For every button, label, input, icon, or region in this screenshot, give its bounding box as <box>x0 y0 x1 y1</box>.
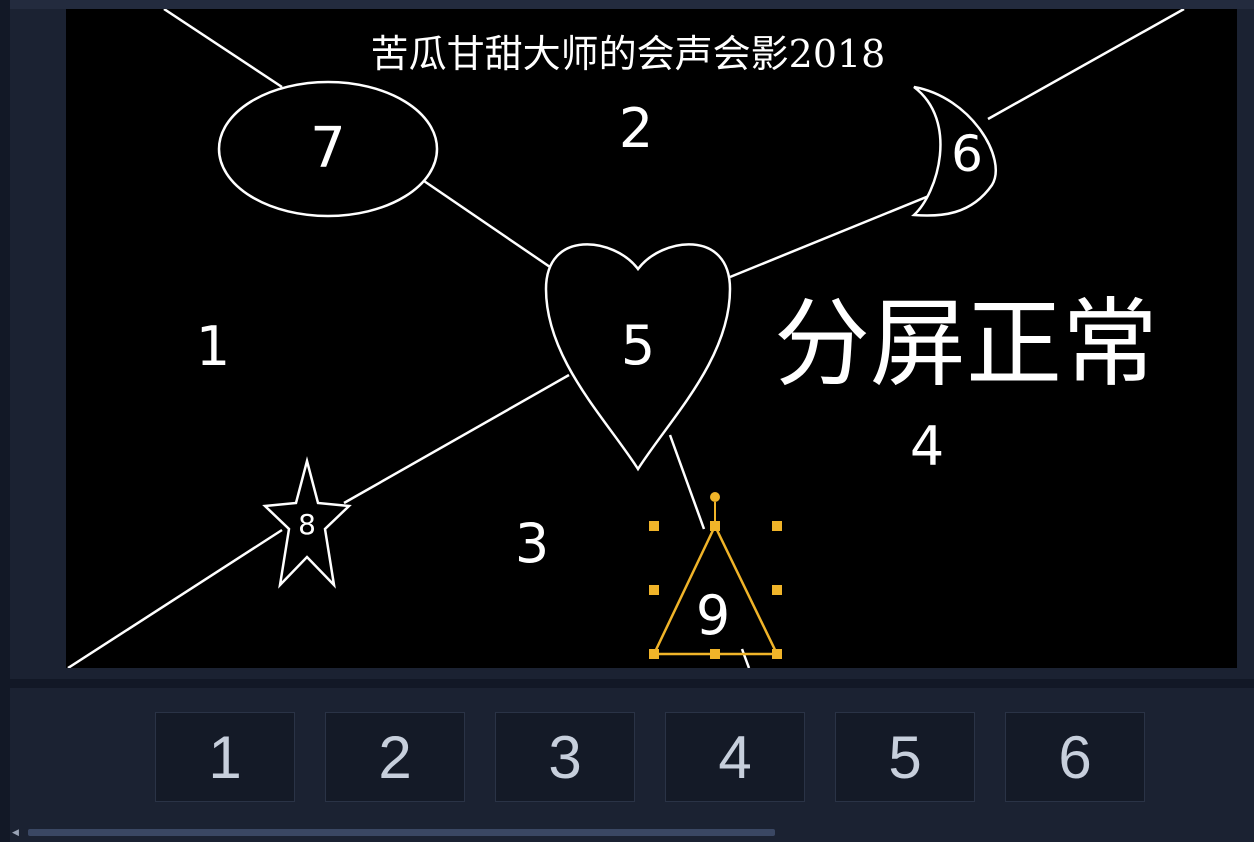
left-panel-edge <box>0 0 10 842</box>
resize-handle-top-left[interactable] <box>649 521 659 531</box>
region-thumbnail-2[interactable]: 2 <box>325 712 465 802</box>
star-label: 8 <box>298 508 316 541</box>
selected-triangle[interactable]: 9 <box>649 492 782 659</box>
overlay-title[interactable]: 苦瓜甘甜大师的会声会影2018 <box>371 32 886 76</box>
region-label-4: 4 <box>910 415 944 478</box>
triangle-label: 9 <box>696 584 730 647</box>
divider-line-top-right <box>987 9 1185 121</box>
resize-handle-bottom-right[interactable] <box>772 649 782 659</box>
preview-canvas[interactable]: 7 6 5 8 1 2 3 4 苦瓜甘甜大师的会声会影2018 分屏正常 9 <box>66 9 1237 668</box>
divider-line-bottom-tail <box>740 648 751 668</box>
heart-label: 5 <box>621 314 655 377</box>
region-label-1: 1 <box>196 315 230 378</box>
resize-handle-top[interactable] <box>710 521 720 531</box>
resize-handle-left[interactable] <box>649 585 659 595</box>
region-label-2: 2 <box>619 97 653 160</box>
scroll-left-icon[interactable]: ◀ <box>12 828 19 838</box>
region-thumbnail-3[interactable]: 3 <box>495 712 635 802</box>
big-caption[interactable]: 分屏正常 <box>774 288 1158 400</box>
resize-handle-bottom-left[interactable] <box>649 649 659 659</box>
scrollbar-thumb[interactable] <box>28 829 775 836</box>
panel-divider[interactable] <box>10 679 1254 688</box>
region-thumbnail-4[interactable]: 4 <box>665 712 805 802</box>
resize-handle-bottom[interactable] <box>710 649 720 659</box>
ellipse-label: 7 <box>310 116 346 181</box>
top-panel-edge <box>10 0 1254 9</box>
moon-label: 6 <box>951 125 983 183</box>
region-thumbnail-6[interactable]: 6 <box>1005 712 1145 802</box>
horizontal-scrollbar[interactable]: ◀ <box>10 826 1254 840</box>
divider-line-lower-left <box>343 373 570 505</box>
divider-line-mid-right <box>729 187 947 279</box>
divider-line-mid-left <box>423 179 551 269</box>
region-thumbnail-5[interactable]: 5 <box>835 712 975 802</box>
region-thumbnail-strip: 1 2 3 4 5 6 <box>10 688 1254 842</box>
video-editor-window: 7 6 5 8 1 2 3 4 苦瓜甘甜大师的会声会影2018 分屏正常 9 1… <box>0 0 1254 842</box>
resize-handle-top-right[interactable] <box>772 521 782 531</box>
region-thumbnail-1[interactable]: 1 <box>155 712 295 802</box>
region-label-3: 3 <box>515 512 549 575</box>
split-screen-template: 7 6 5 8 1 2 3 4 苦瓜甘甜大师的会声会影2018 分屏正常 9 <box>67 9 1185 668</box>
rotate-handle[interactable] <box>710 492 720 502</box>
divider-line-top-left <box>163 9 283 89</box>
divider-line-bottom-center <box>668 434 706 530</box>
divider-line-bottom-left <box>67 528 283 668</box>
resize-handle-right[interactable] <box>772 585 782 595</box>
